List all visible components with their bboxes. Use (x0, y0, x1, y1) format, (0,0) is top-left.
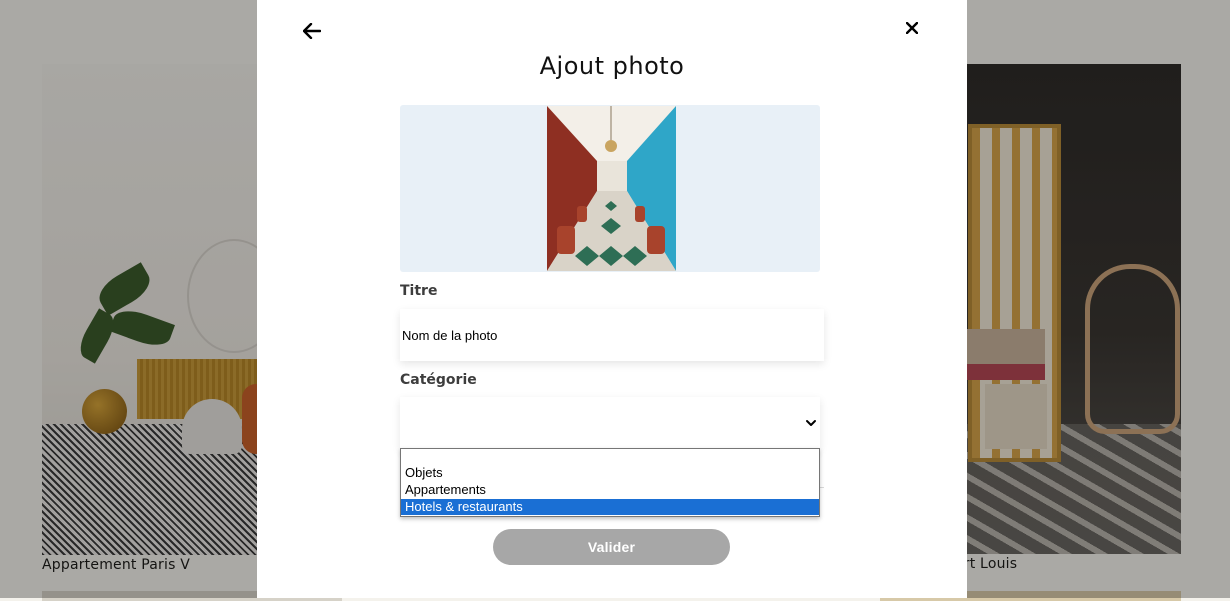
modal-title: Ajout photo (539, 52, 685, 80)
photo-preview (400, 105, 820, 272)
category-select[interactable] (400, 397, 820, 449)
close-icon[interactable] (901, 17, 923, 39)
category-option-hotels-restaurants[interactable]: Hotels & restaurants (401, 499, 819, 515)
title-label: Titre (400, 283, 438, 299)
arrow-left-icon[interactable] (301, 20, 323, 42)
category-dropdown-list: Objets Appartements Hotels & restaurants (400, 448, 820, 517)
submit-button[interactable]: Valider (493, 529, 730, 565)
category-option-appartements[interactable]: Appartements (401, 482, 819, 498)
category-label: Catégorie (400, 372, 477, 388)
photo-title-input[interactable] (400, 309, 824, 361)
add-photo-modal: Ajout photo Titre Nom de la photo Catégo… (257, 0, 967, 598)
preview-image (547, 106, 676, 271)
category-option-objets[interactable]: Objets (401, 465, 819, 481)
chevron-down-icon (805, 416, 817, 428)
